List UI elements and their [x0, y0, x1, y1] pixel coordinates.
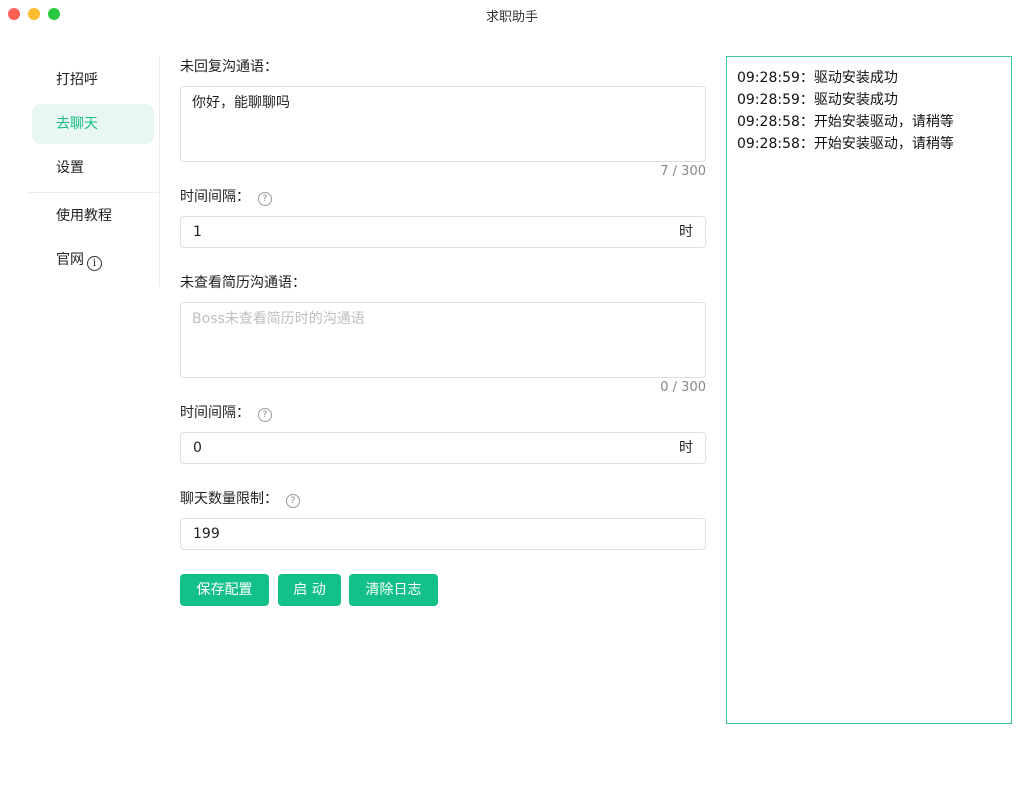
question-circle-icon[interactable]: ? [258, 408, 272, 422]
log-line: 09:28:58：开始安装驱动，请稍等 [737, 136, 954, 152]
interval1-value: 1 [193, 224, 202, 240]
interval1-input[interactable]: 1 时 [180, 216, 706, 248]
sidebar-nav: 打招呼 去聊天 设置 使用教程 官网 i [28, 56, 160, 286]
sidebar-item-website-label: 官网 [56, 252, 84, 268]
interval2-label-group: 时间间隔：? [180, 402, 272, 424]
chat-limit-label-group: 聊天数量限制：? [180, 488, 300, 510]
chat-limit-value: 199 [193, 526, 220, 542]
clear-log-button[interactable]: 清除日志 [349, 574, 438, 606]
log-panel[interactable]: 09:28:59：驱动安装成功 09:28:59：驱动安装成功 09:28:58… [726, 56, 1012, 724]
unviewed-message-counter: 0 / 300 [660, 380, 706, 395]
unviewed-message-label: 未查看简历沟通语： [180, 275, 306, 291]
unreplied-message-counter: 7 / 300 [660, 164, 706, 179]
start-button[interactable]: 启 动 [278, 574, 341, 606]
question-circle-icon[interactable]: ? [286, 494, 300, 508]
unreplied-message-label: 未回复沟通语： [180, 59, 278, 75]
sidebar-item-settings[interactable]: 设置 [32, 148, 154, 188]
info-circle-icon: i [87, 256, 102, 271]
log-line: 09:28:59：驱动安装成功 [737, 92, 898, 108]
sidebar-divider [28, 192, 159, 193]
unreplied-message-textarea[interactable]: 你好，能聊聊吗 [180, 86, 706, 162]
log-line: 09:28:59：驱动安装成功 [737, 70, 898, 86]
log-line: 09:28:58：开始安装驱动，请稍等 [737, 114, 954, 130]
title-bar: 求职助手 [0, 0, 1024, 28]
interval1-unit: 时 [679, 224, 693, 240]
window-title: 求职助手 [485, 10, 538, 25]
interval1-label: 时间间隔： [180, 189, 250, 205]
sidebar-item-tutorial[interactable]: 使用教程 [32, 196, 154, 236]
chat-limit-label: 聊天数量限制： [180, 491, 278, 507]
app-window: 求职助手 打招呼 去聊天 设置 使用教程 官网 i 未回复沟通语： 你好，能聊聊吗… [0, 0, 1024, 796]
save-config-button[interactable]: 保存配置 [180, 574, 269, 606]
unviewed-message-textarea[interactable]: Boss未查看简历时的沟通语 [180, 302, 706, 378]
interval2-input[interactable]: 0 时 [180, 432, 706, 464]
chat-limit-input[interactable]: 199 [180, 518, 706, 550]
interval2-label: 时间间隔： [180, 405, 250, 421]
interval2-unit: 时 [679, 440, 693, 456]
interval2-value: 0 [193, 440, 202, 456]
sidebar-item-greet[interactable]: 打招呼 [32, 60, 154, 100]
sidebar-item-chat[interactable]: 去聊天 [32, 104, 154, 144]
interval1-label-group: 时间间隔：? [180, 186, 272, 208]
sidebar-item-website[interactable]: 官网 i [32, 240, 154, 280]
question-circle-icon[interactable]: ? [258, 192, 272, 206]
